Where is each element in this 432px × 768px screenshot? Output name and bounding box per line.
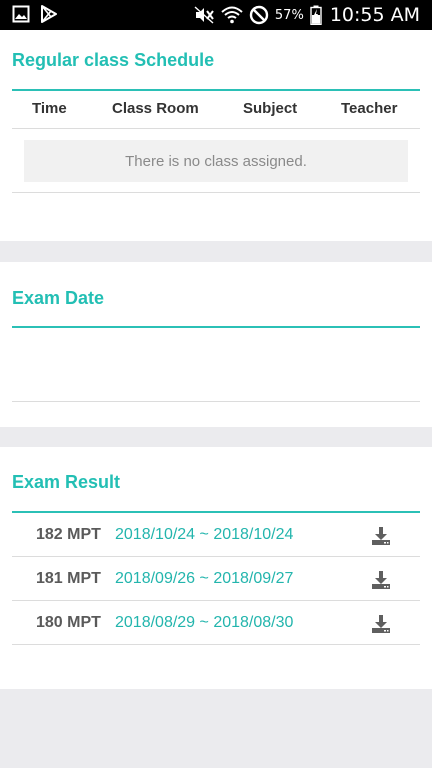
exam-date-card: Exam Date xyxy=(0,262,432,427)
column-header-class-room: Class Room xyxy=(112,100,199,117)
wifi-icon xyxy=(221,6,243,24)
exam-result-card: Exam Result 182 MPT 2018/10/24 ~ 2018/10… xyxy=(0,447,432,689)
exam-date-range: 2018/10/24 ~ 2018/10/24 xyxy=(115,526,294,543)
empty-schedule-message: There is no class assigned. xyxy=(24,140,408,182)
play-store-icon xyxy=(41,5,57,23)
exam-name: 182 MPT xyxy=(36,526,101,543)
download-icon[interactable] xyxy=(370,525,392,547)
download-icon[interactable] xyxy=(370,613,392,635)
mute-icon xyxy=(194,6,214,24)
clock: 10:55 AM xyxy=(329,4,420,26)
exam-date-range: 2018/08/29 ~ 2018/08/30 xyxy=(115,614,294,631)
status-bar-system: 57% 10:55 AM xyxy=(193,0,420,30)
column-header-teacher: Teacher xyxy=(341,100,398,117)
exam-name: 180 MPT xyxy=(36,614,101,631)
exam-result-row[interactable]: 180 MPT 2018/08/29 ~ 2018/08/30 xyxy=(12,601,420,645)
do-not-disturb-icon xyxy=(249,5,269,25)
exam-result-row[interactable]: 181 MPT 2018/09/26 ~ 2018/09/27 xyxy=(12,557,420,601)
status-bar-notifications xyxy=(12,5,58,23)
table-header-divider xyxy=(12,128,420,129)
gallery-icon xyxy=(12,5,30,23)
table-bottom-divider xyxy=(12,192,420,193)
exam-date-range: 2018/09/26 ~ 2018/09/27 xyxy=(115,570,294,587)
schedule-title-rule xyxy=(12,89,420,91)
schedule-title: Regular class Schedule xyxy=(12,50,215,70)
column-header-subject: Subject xyxy=(243,100,298,117)
download-icon[interactable] xyxy=(370,569,392,591)
exam-date-bottom-divider xyxy=(12,401,420,402)
exam-result-title: Exam Result xyxy=(12,472,121,492)
exam-date-title: Exam Date xyxy=(12,288,105,308)
exam-date-title-rule xyxy=(12,326,420,328)
column-header-time: Time xyxy=(32,100,67,117)
exam-name: 181 MPT xyxy=(36,570,101,587)
status-bar: 57% 10:55 AM xyxy=(0,0,432,30)
schedule-card: Regular class Schedule Time Class Room S… xyxy=(0,30,432,241)
battery-percent: 57% xyxy=(274,7,304,23)
battery-icon xyxy=(310,5,322,25)
exam-result-row[interactable]: 182 MPT 2018/10/24 ~ 2018/10/24 xyxy=(12,513,420,557)
